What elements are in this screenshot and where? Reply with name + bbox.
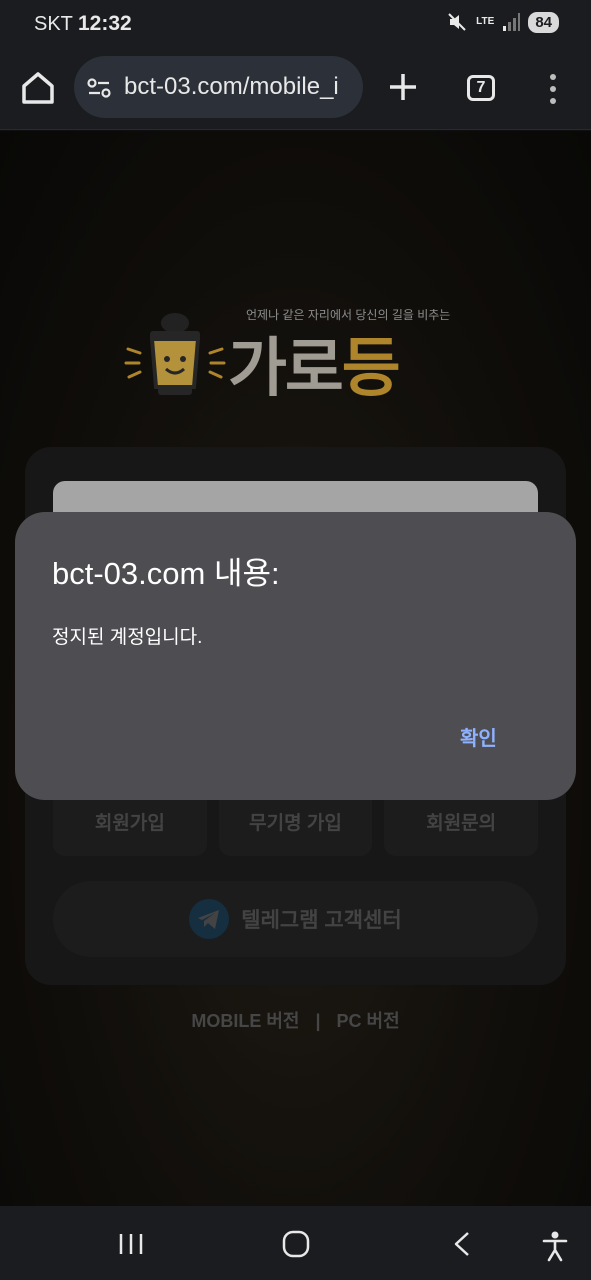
- dialog-title: bct-03.com 내용:: [52, 556, 280, 591]
- alert-dialog: bct-03.com 내용: 정지된 계정입니다. 확인: [15, 512, 576, 800]
- accessibility-icon[interactable]: [541, 1230, 569, 1262]
- tab-switcher-button[interactable]: 7: [467, 75, 495, 101]
- recent-apps-icon[interactable]: [118, 1232, 144, 1256]
- browser-toolbar: bct-03.com/mobile_i 7: [0, 48, 591, 130]
- more-menu-icon[interactable]: [546, 72, 560, 106]
- site-settings-icon[interactable]: [86, 75, 112, 101]
- mute-icon: [448, 13, 466, 31]
- home-icon[interactable]: [18, 68, 58, 108]
- clock: 12:32: [78, 12, 132, 35]
- url-text: bct-03.com/mobile_i: [124, 73, 339, 100]
- status-icons: LTE 84: [446, 11, 559, 33]
- dialog-message: 정지된 계정입니다.: [52, 627, 203, 648]
- network-type: LTE: [476, 16, 495, 27]
- carrier-label: SKT: [34, 13, 73, 35]
- battery-indicator: 84: [528, 11, 559, 33]
- back-icon[interactable]: [452, 1231, 472, 1257]
- status-bar: SKT 12:32 LTE 84: [0, 0, 591, 48]
- system-nav-bar: [0, 1206, 591, 1280]
- signal-icon: [503, 13, 521, 31]
- nav-home-icon[interactable]: [282, 1230, 310, 1258]
- ok-button[interactable]: 확인: [460, 722, 497, 751]
- address-bar[interactable]: bct-03.com/mobile_i: [74, 56, 363, 118]
- new-tab-icon[interactable]: [386, 70, 420, 104]
